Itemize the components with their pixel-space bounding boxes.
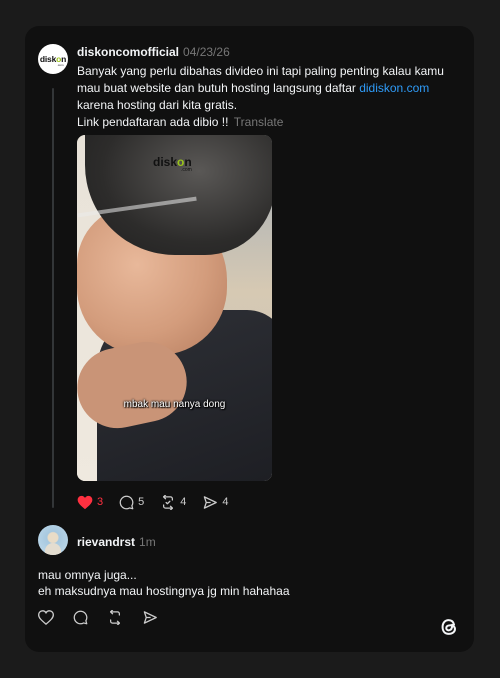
post-text-line-4-content: Link pendaftaran ada dibio !! (77, 115, 229, 129)
like-button[interactable]: 3 (77, 495, 103, 510)
reply-text-line-2: eh maksudnya mau hostingnya jg min hahah… (38, 584, 290, 598)
avatar-logo-sub: .com (57, 63, 64, 67)
share-icon (143, 611, 157, 624)
threads-logo-icon[interactable] (438, 616, 460, 638)
post-video[interactable]: diskon .com mbak mau nanya dong (77, 135, 272, 481)
post-action-bar: 3 5 4 4 (77, 493, 245, 511)
comment-icon (119, 495, 134, 509)
heart-icon (38, 610, 54, 625)
reply-time[interactable]: 1m (139, 535, 156, 549)
post-text-line-2: mau buat website dan butuh hosting langs… (77, 80, 462, 97)
post-link[interactable]: didiskon.com (359, 81, 429, 95)
reply-repost-button[interactable] (107, 610, 123, 625)
comment-button[interactable]: 5 (119, 495, 144, 510)
thread-connector-line (52, 88, 54, 508)
repost-icon (110, 610, 120, 625)
video-watermark: diskon .com (153, 155, 192, 173)
author-avatar[interactable]: diskon .com (38, 44, 68, 74)
share-icon (204, 495, 218, 509)
share-button[interactable]: 4 (202, 495, 229, 510)
reply-avatar[interactable] (38, 525, 68, 555)
post-date[interactable]: 04/23/26 (183, 45, 230, 59)
video-caption: mbak mau nanya dong (123, 399, 226, 410)
reply-action-bar (38, 610, 177, 625)
comment-count: 5 (138, 496, 145, 508)
video-watermark-sub: .com (181, 167, 192, 173)
repost-icon (163, 494, 174, 510)
post-text-line-3: karena hosting dari kita gratis. (77, 98, 238, 112)
post-text-line-4: Link pendaftaran ada dibio !! Translate (77, 114, 462, 131)
reply-body: mau omnya juga... eh maksudnya mau hosti… (38, 567, 290, 599)
share-count: 4 (222, 496, 229, 508)
post-text-line-2-prefix: mau buat website dan butuh hosting langs… (77, 81, 360, 95)
comment-icon (73, 610, 88, 625)
post-header: diskoncomofficial 04/23/26 (77, 45, 230, 59)
reply-avatar-figure (45, 543, 61, 555)
reply-share-button[interactable] (142, 610, 158, 625)
reply-like-button[interactable] (38, 610, 54, 625)
repost-count: 4 (180, 496, 187, 508)
translate-link[interactable]: Translate (234, 115, 284, 129)
post-body: Banyak yang perlu dibahas divideo ini ta… (77, 63, 462, 131)
author-username[interactable]: diskoncomofficial (77, 45, 179, 59)
repost-button[interactable]: 4 (160, 494, 187, 510)
heart-icon (77, 495, 93, 509)
reply-username[interactable]: rievandrst (77, 535, 135, 549)
like-count: 3 (97, 496, 104, 508)
reply-text-line-1: mau omnya juga... (38, 568, 137, 582)
reply-header: rievandrst 1m (77, 535, 156, 549)
thread-card: diskon .com diskoncomofficial 04/23/26 Ba… (25, 26, 474, 652)
post-text-line-1: Banyak yang perlu dibahas divideo ini ta… (77, 64, 444, 78)
reply-comment-button[interactable] (73, 610, 88, 625)
